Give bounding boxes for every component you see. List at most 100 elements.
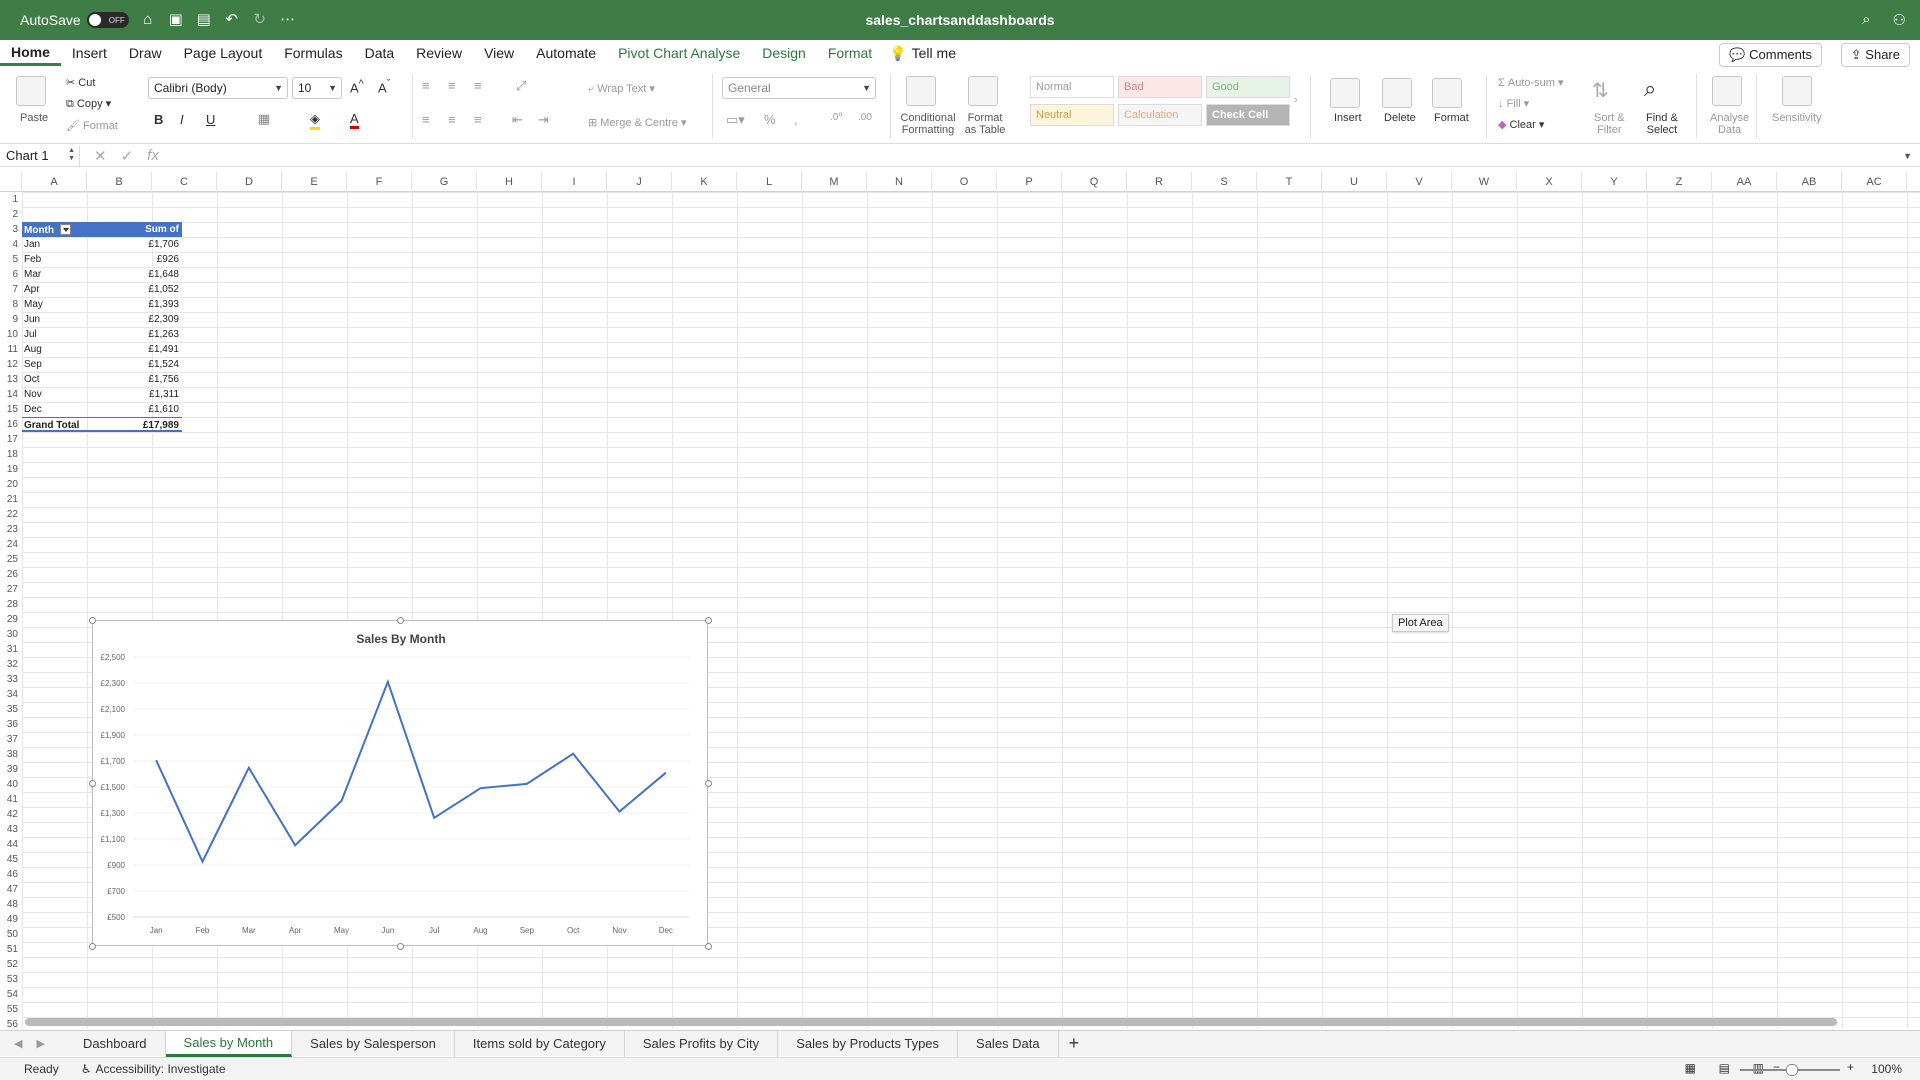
data-point[interactable]: [617, 809, 623, 815]
sort-filter-button[interactable]: Sort & Filter: [1594, 112, 1625, 136]
increase-decimal-icon[interactable]: .0⁰: [830, 112, 842, 123]
cancel-icon[interactable]: ✕: [94, 147, 107, 165]
pivot-header-value[interactable]: Sum of TotalPrice: [97, 222, 182, 250]
font-name-select[interactable]: Calibri (Body) ▼: [148, 77, 288, 99]
row-header[interactable]: 12: [0, 357, 22, 372]
column-header[interactable]: N: [867, 172, 932, 192]
row-header[interactable]: 7: [0, 282, 22, 297]
underline-button[interactable]: U: [206, 112, 215, 127]
pivot-month-cell[interactable]: Jul: [22, 327, 97, 342]
expand-formula-icon[interactable]: ▼: [1903, 151, 1912, 161]
resize-handle[interactable]: [397, 617, 404, 624]
name-box[interactable]: Chart 1 ▲ ▼: [0, 145, 80, 166]
row-header[interactable]: 25: [0, 552, 22, 567]
add-sheet-button[interactable]: +: [1059, 1033, 1090, 1054]
row-header[interactable]: 31: [0, 642, 22, 657]
search-icon[interactable]: ⌕: [1862, 11, 1870, 29]
chart-svg[interactable]: Sales By Month £500 £700 £900 £1,100 £1,300 £1…: [93, 621, 709, 947]
row-header[interactable]: 10: [0, 327, 22, 342]
cut-button[interactable]: ✂ Cut: [66, 76, 95, 89]
column-header[interactable]: O: [932, 172, 997, 192]
column-header[interactable]: V: [1387, 172, 1452, 192]
row-header[interactable]: 49: [0, 912, 22, 927]
pivot-row[interactable]: Jul £1,263: [22, 327, 182, 342]
row-header[interactable]: 8: [0, 297, 22, 312]
pivot-value-cell[interactable]: £1,706: [97, 237, 182, 252]
row-header[interactable]: 53: [0, 972, 22, 987]
function-icon[interactable]: fx: [147, 147, 159, 164]
pivot-month-cell[interactable]: Jan: [22, 237, 97, 252]
format-cells-icon[interactable]: [1432, 78, 1462, 108]
column-header[interactable]: U: [1322, 172, 1387, 192]
pivot-value-cell[interactable]: £1,311: [97, 387, 182, 402]
align-top-icon[interactable]: ≡: [422, 78, 430, 93]
pivot-month-cell[interactable]: Dec: [22, 402, 97, 417]
decrease-decimal-icon[interactable]: .00: [858, 112, 872, 123]
row-header[interactable]: 18: [0, 447, 22, 462]
comments-button[interactable]: 💬 Comments: [1719, 43, 1822, 67]
resize-handle[interactable]: [705, 780, 712, 787]
row-header[interactable]: 34: [0, 687, 22, 702]
pivot-month-cell[interactable]: Oct: [22, 372, 97, 387]
row-header[interactable]: 40: [0, 777, 22, 792]
row-header[interactable]: 33: [0, 672, 22, 687]
column-header[interactable]: Y: [1582, 172, 1647, 192]
column-header[interactable]: Q: [1062, 172, 1127, 192]
tab-automate[interactable]: Automate: [525, 40, 607, 66]
page-break-view-icon[interactable]: ▥: [1753, 1061, 1764, 1075]
column-header[interactable]: AC: [1842, 172, 1907, 192]
row-header[interactable]: 15: [0, 402, 22, 417]
data-point[interactable]: [292, 842, 298, 848]
row-header[interactable]: 51: [0, 942, 22, 957]
grand-total-value[interactable]: £17,989: [97, 418, 182, 431]
row-header[interactable]: 50: [0, 927, 22, 942]
column-header[interactable]: T: [1257, 172, 1322, 192]
row-header[interactable]: 44: [0, 837, 22, 852]
resize-handle[interactable]: [89, 780, 96, 787]
sheet-tab[interactable]: Dashboard: [65, 1030, 166, 1057]
fill-button[interactable]: ↓ Fill ▾: [1498, 97, 1529, 110]
row-header[interactable]: 14: [0, 387, 22, 402]
conditional-formatting-icon[interactable]: [906, 76, 936, 106]
row-header[interactable]: 13: [0, 372, 22, 387]
find-select-button[interactable]: Find & Select: [1646, 112, 1678, 136]
pivot-month-cell[interactable]: Nov: [22, 387, 97, 402]
pivot-row[interactable]: Jun £2,309: [22, 312, 182, 327]
column-header[interactable]: AA: [1712, 172, 1777, 192]
column-header[interactable]: A: [22, 172, 87, 192]
tab-page-layout[interactable]: Page Layout: [173, 40, 274, 66]
tab-review[interactable]: Review: [405, 40, 473, 66]
align-center-icon[interactable]: ≡: [448, 112, 456, 127]
column-header[interactable]: Z: [1647, 172, 1712, 192]
pivot-value-cell[interactable]: £1,610: [97, 402, 182, 417]
pivot-value-cell[interactable]: £1,052: [97, 282, 182, 297]
row-header[interactable]: 56: [0, 1017, 22, 1028]
data-point[interactable]: [570, 751, 576, 757]
save-icon[interactable]: ▣: [167, 11, 185, 29]
sensitivity-icon[interactable]: [1782, 76, 1812, 106]
orientation-icon[interactable]: ⤢: [516, 78, 526, 94]
zoom-slider[interactable]: [1740, 1064, 1840, 1076]
resize-handle[interactable]: [89, 943, 96, 950]
resize-handle[interactable]: [705, 617, 712, 624]
currency-icon[interactable]: ▭▾: [726, 112, 745, 128]
row-header[interactable]: 24: [0, 537, 22, 552]
row-header[interactable]: 42: [0, 807, 22, 822]
pivot-row[interactable]: Aug £1,491: [22, 342, 182, 357]
pivot-value-cell[interactable]: £926: [97, 252, 182, 267]
clear-button[interactable]: ◆ Clear ▾: [1498, 118, 1544, 131]
pivot-month-cell[interactable]: Apr: [22, 282, 97, 297]
column-header[interactable]: C: [152, 172, 217, 192]
redo-icon[interactable]: ↻: [251, 11, 269, 29]
row-header[interactable]: 48: [0, 897, 22, 912]
data-point[interactable]: [153, 757, 159, 763]
autosave-switch[interactable]: OFF: [86, 12, 129, 28]
increase-font-icon[interactable]: A^: [350, 78, 364, 95]
row-header[interactable]: 16: [0, 417, 22, 432]
zoom-out-icon[interactable]: −: [1773, 1060, 1780, 1074]
pivot-grand-total-row[interactable]: Grand Total £17,989: [22, 417, 182, 432]
pivot-value-cell[interactable]: £1,263: [97, 327, 182, 342]
sheet-tab[interactable]: Items sold by Category: [455, 1030, 625, 1057]
indent-icon[interactable]: ⇥: [538, 112, 549, 128]
insert-cells-icon[interactable]: [1330, 78, 1360, 108]
